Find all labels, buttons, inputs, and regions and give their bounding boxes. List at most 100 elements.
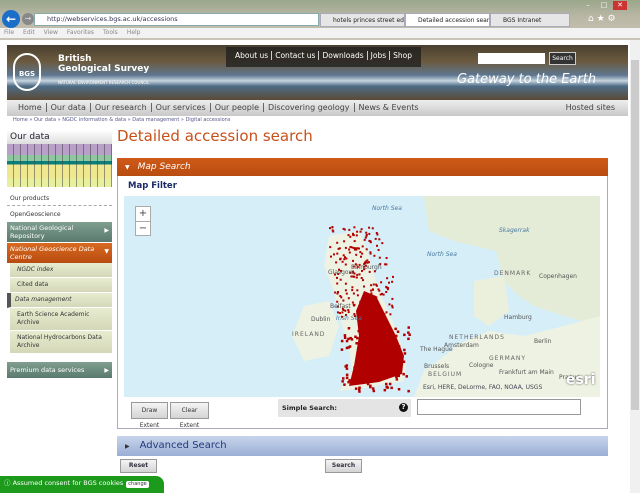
accession-dot [329,246,332,249]
accession-dot [352,259,354,262]
nav-our-services[interactable]: Our services [151,103,211,112]
site-search-button[interactable]: Search [549,52,576,65]
accession-dot [373,352,376,356]
page-title: Detailed accession search [117,127,313,145]
sidebar-our-products[interactable]: Our products [7,190,112,206]
tab-bgs-intranet[interactable]: BGS Intranet [490,13,570,27]
accession-dot [368,333,371,336]
accession-dot [383,388,387,392]
sidebar-ngdc[interactable]: National Geoscience Data Centre ▼ [7,243,112,263]
crumb-our-data[interactable]: Our data [34,117,56,123]
bgs-logo[interactable]: BGS [13,53,41,91]
nav-our-data[interactable]: Our data [46,103,91,112]
accession-dot [361,245,364,248]
sidebar-esaa[interactable]: Earth Science Academic Archive [10,308,112,331]
sidebar-ngr[interactable]: National Geological Repository ▶ [7,222,112,243]
back-button[interactable]: ← [2,10,20,28]
link-downloads[interactable]: Downloads [319,51,368,60]
forward-button[interactable]: → [22,13,34,25]
menu-favorites[interactable]: Favorites [67,29,94,36]
menu-file[interactable]: File [4,29,14,36]
clear-extent-button[interactable]: Clear Extent [170,402,209,429]
nav-news-events[interactable]: News & Events [355,103,423,112]
sidebar-heading: Our data [7,130,112,144]
simple-search-input[interactable] [417,399,581,415]
close-window-button[interactable]: ✕ [613,1,627,10]
accession-dot [343,383,346,386]
sidebar-premium[interactable]: Premium data services ▶ [7,362,112,379]
tab-accession-search[interactable]: Detailed accession sear... [405,13,490,27]
minimize-button[interactable]: – [581,1,595,10]
link-jobs[interactable]: Jobs [367,51,391,60]
sidebar-nhda[interactable]: National Hydrocarbons Data Archive [10,331,112,354]
map-filter-heading: Map Filter [128,181,177,191]
map[interactable]: North Sea North Sea Skagerrak DENMARK Co… [124,196,600,397]
accession-dot [396,353,400,356]
zoom-in-button[interactable]: + [136,207,150,222]
menu-edit[interactable]: Edit [23,29,35,36]
menu-help[interactable]: Help [127,29,141,36]
crumb-ngdc[interactable]: NGDC information & data [62,117,126,123]
accession-dot [340,348,344,351]
zoom-out-button[interactable]: − [136,222,150,236]
map-search-header[interactable]: ▼ Map Search [117,158,608,176]
accession-dot [362,279,364,282]
link-shop[interactable]: Shop [390,51,415,60]
accession-dot [344,246,347,249]
accession-dot [339,295,342,297]
link-contact-us[interactable]: Contact us [272,51,320,60]
search-button[interactable]: Search [325,459,362,473]
accession-dot [361,252,364,255]
map-attribution: Esri, HERE, DeLorme, FAO, NOAA, USGS [423,384,543,391]
scrollbar-thumb[interactable] [631,60,639,410]
label-brussels: Brussels [424,363,450,370]
nav-hosted-sites[interactable]: Hosted sites [562,100,619,116]
accession-dot [374,237,377,240]
nav-home[interactable]: Home [14,103,47,112]
maximize-button[interactable]: □ [597,1,611,10]
nav-discovering-geology[interactable]: Discovering geology [264,103,355,112]
cookie-change-button[interactable]: change [126,481,149,488]
accession-dot [383,368,387,372]
accession-dot [355,253,358,256]
help-icon[interactable]: ? [399,403,408,412]
crumb-digital-accessions[interactable]: Digital accessions [186,117,231,123]
accession-dot [339,278,342,281]
label-frankfurt: Frankfurt am Main [499,369,554,376]
advanced-search-header[interactable]: ▶ Advanced Search [117,436,608,456]
accession-dot [355,361,359,364]
accession-dot [377,249,380,251]
label-hague: The Hague [420,346,453,353]
crumb-home[interactable]: Home [13,117,28,123]
accession-dot [336,276,338,279]
site-search-input[interactable] [478,53,545,64]
crumb-data-management[interactable]: Data management [132,117,179,123]
label-ireland: IRELAND [292,331,326,338]
sidebar-data-management[interactable]: Data management [7,293,112,308]
accession-dot [397,374,400,378]
accession-dot [344,263,347,266]
chevron-right-icon: ▶ [125,443,130,450]
home-star-gear-icons[interactable]: ⌂ ★ ⚙ [588,14,616,24]
reset-button[interactable]: Reset [120,459,157,473]
menu-tools[interactable]: Tools [103,29,118,36]
accession-dot [385,257,388,259]
address-bar[interactable]: http://webservices.bgs.ac.uk/accessions [34,13,319,26]
sidebar-cited-data[interactable]: Cited data [10,278,112,293]
draw-extent-button[interactable]: Draw Extent [131,402,168,429]
accession-dot [343,258,346,261]
label-irish-sea: Irish Sea [336,315,362,322]
accession-dot [388,281,390,284]
sidebar-ngdc-index[interactable]: NGDC index [10,263,112,278]
tab-hotels[interactable]: hotels princes street edinb... [320,13,405,27]
nav-our-people[interactable]: Our people [210,103,265,112]
link-about-us[interactable]: About us [232,51,273,60]
accession-dot [352,233,355,236]
nav-our-research[interactable]: Our research [90,103,152,112]
menu-view[interactable]: View [44,29,58,36]
accession-dot [361,359,365,362]
accession-dot [389,313,392,316]
accession-dot [356,273,359,276]
sidebar-opengeoscience[interactable]: OpenGeoscience [7,206,112,222]
accession-dot [377,288,380,291]
